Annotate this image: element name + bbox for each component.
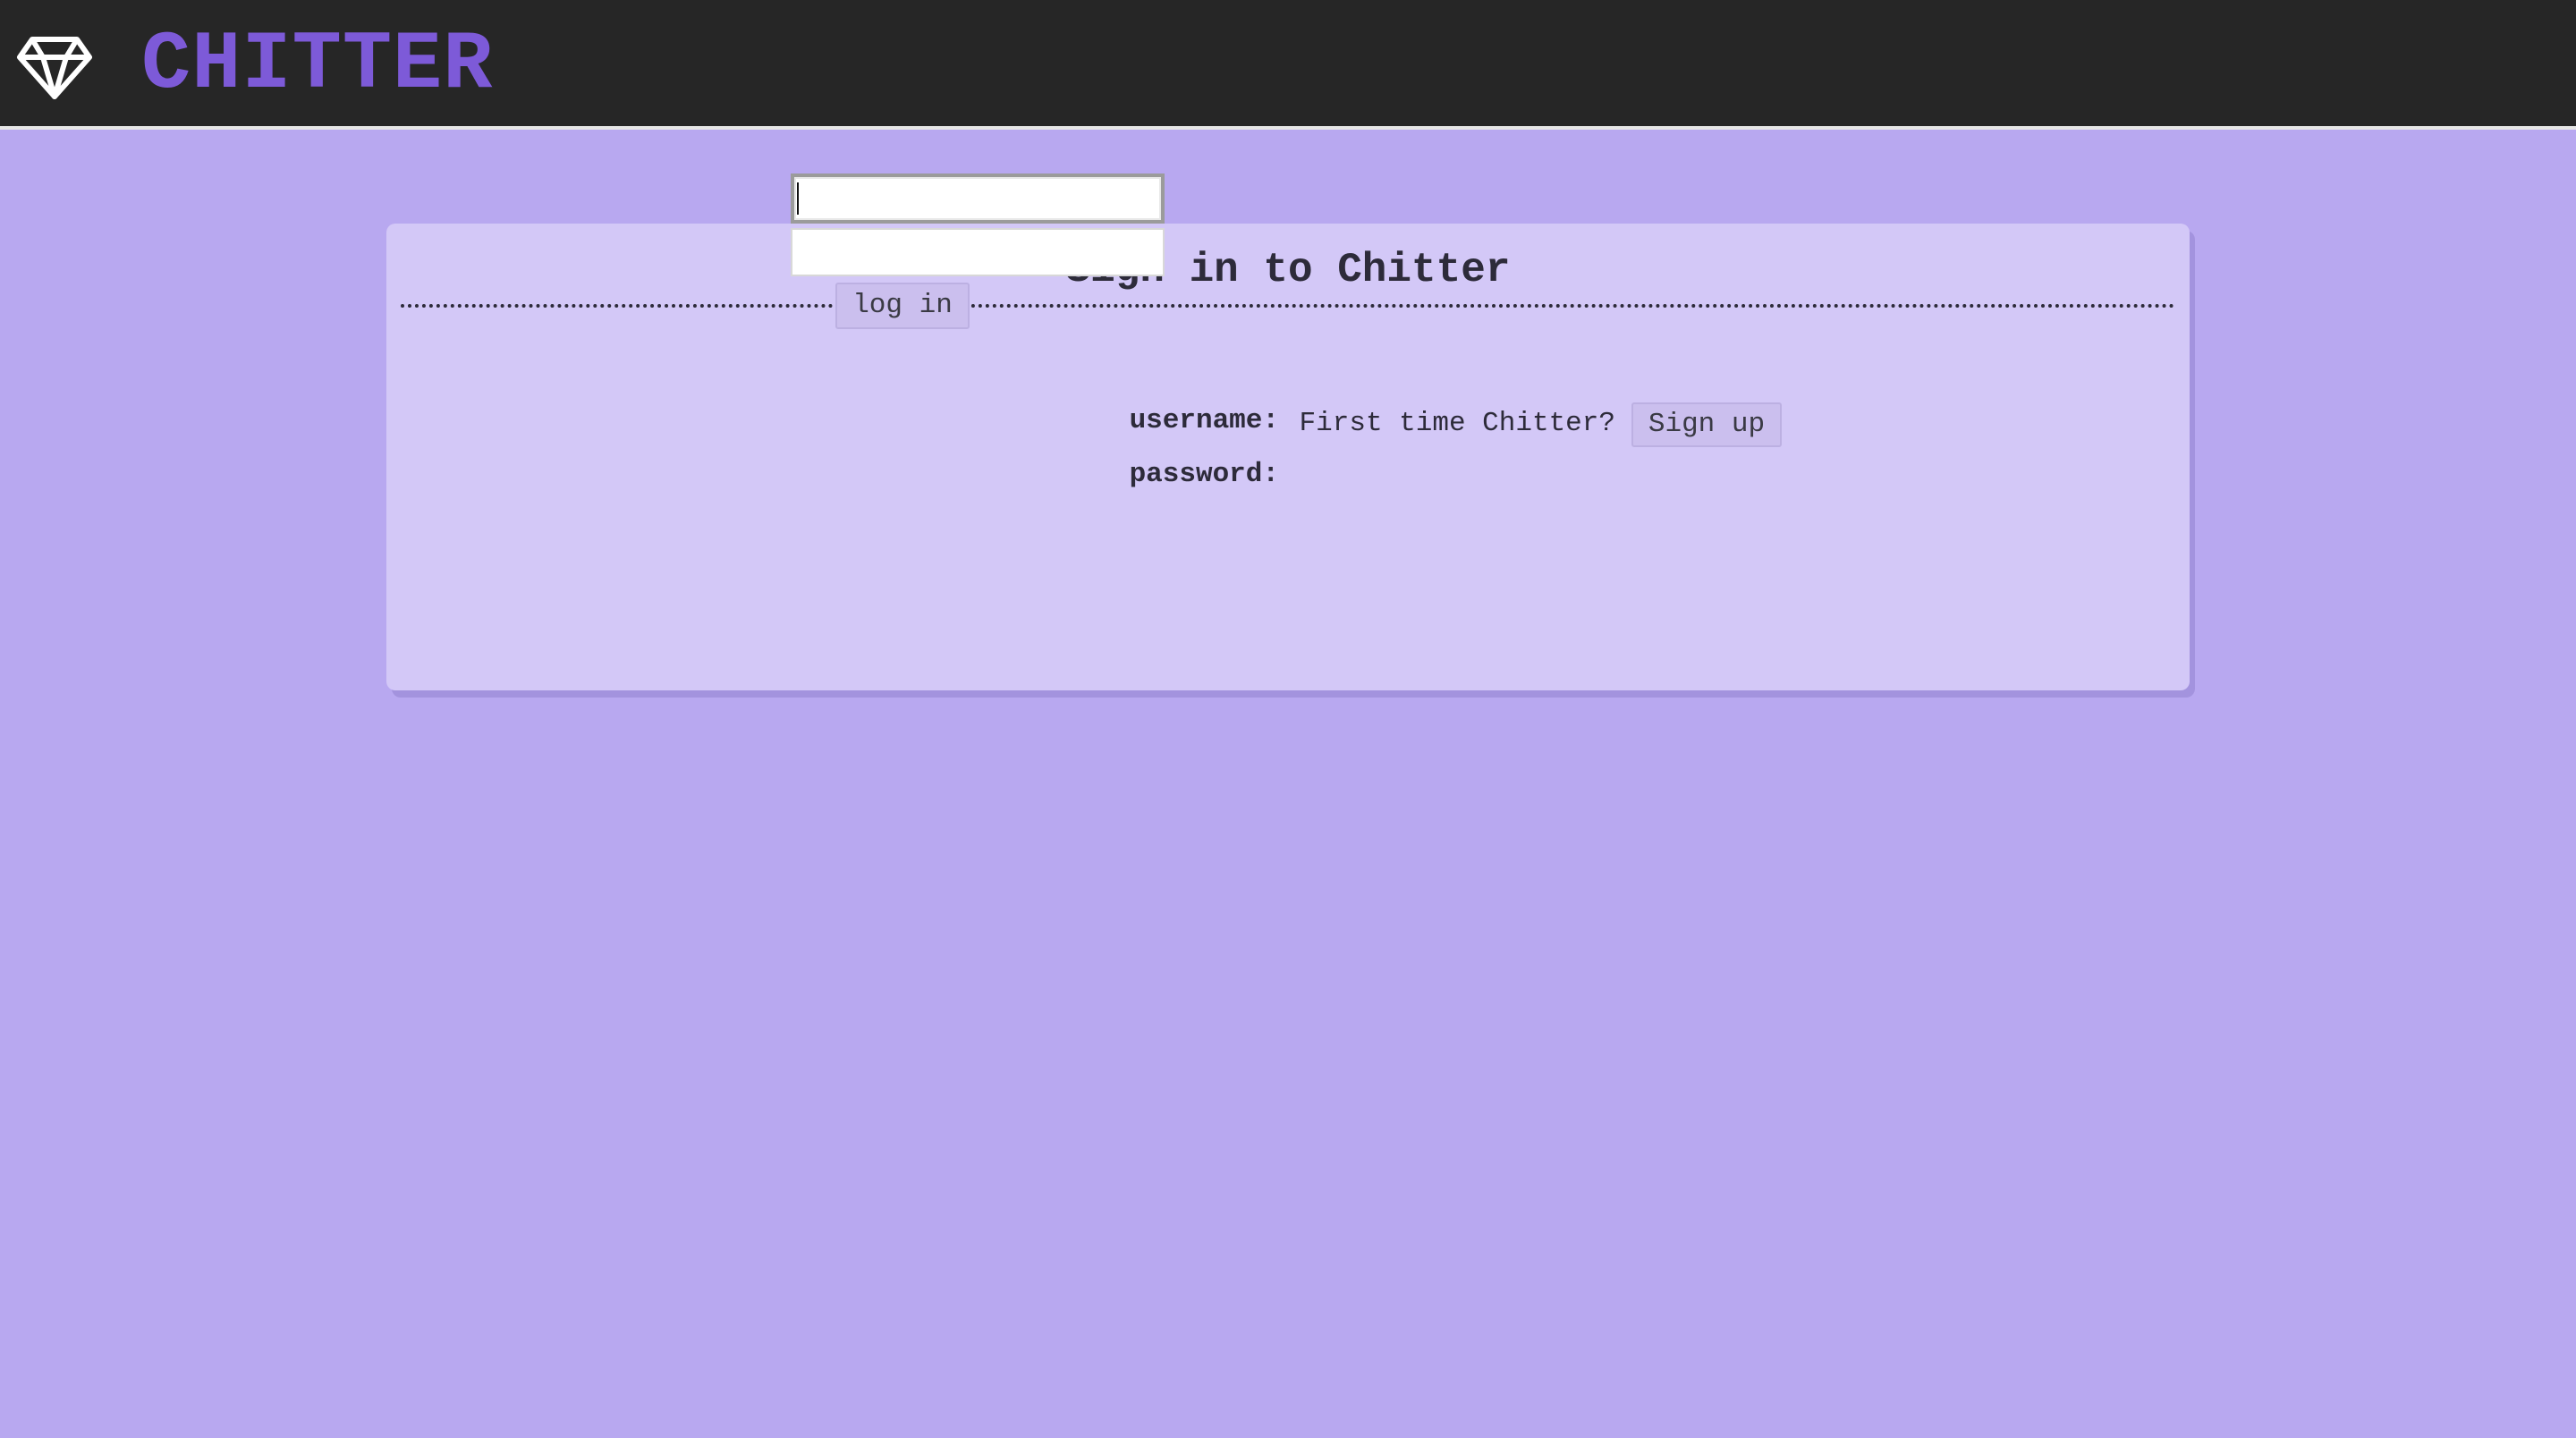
title-divider — [401, 304, 2175, 308]
text-caret — [797, 182, 799, 215]
login-button[interactable]: log in — [835, 283, 970, 329]
app-title[interactable]: CHITTER — [141, 16, 493, 114]
top-navbar: CHITTER — [0, 0, 2576, 130]
username-label: username: — [1129, 405, 1279, 436]
signup-button[interactable]: Sign up — [1631, 402, 1782, 447]
signup-prompt: First time Chitter? — [1299, 408, 1615, 439]
password-input[interactable] — [791, 228, 1165, 276]
username-input[interactable] — [791, 173, 1165, 224]
login-title: Sign in to Chitter — [1065, 247, 1511, 293]
diamond-icon[interactable] — [16, 36, 93, 100]
login-panel: Sign in to Chitter username: password: — [386, 224, 2190, 690]
password-label: password: — [1129, 459, 1279, 490]
